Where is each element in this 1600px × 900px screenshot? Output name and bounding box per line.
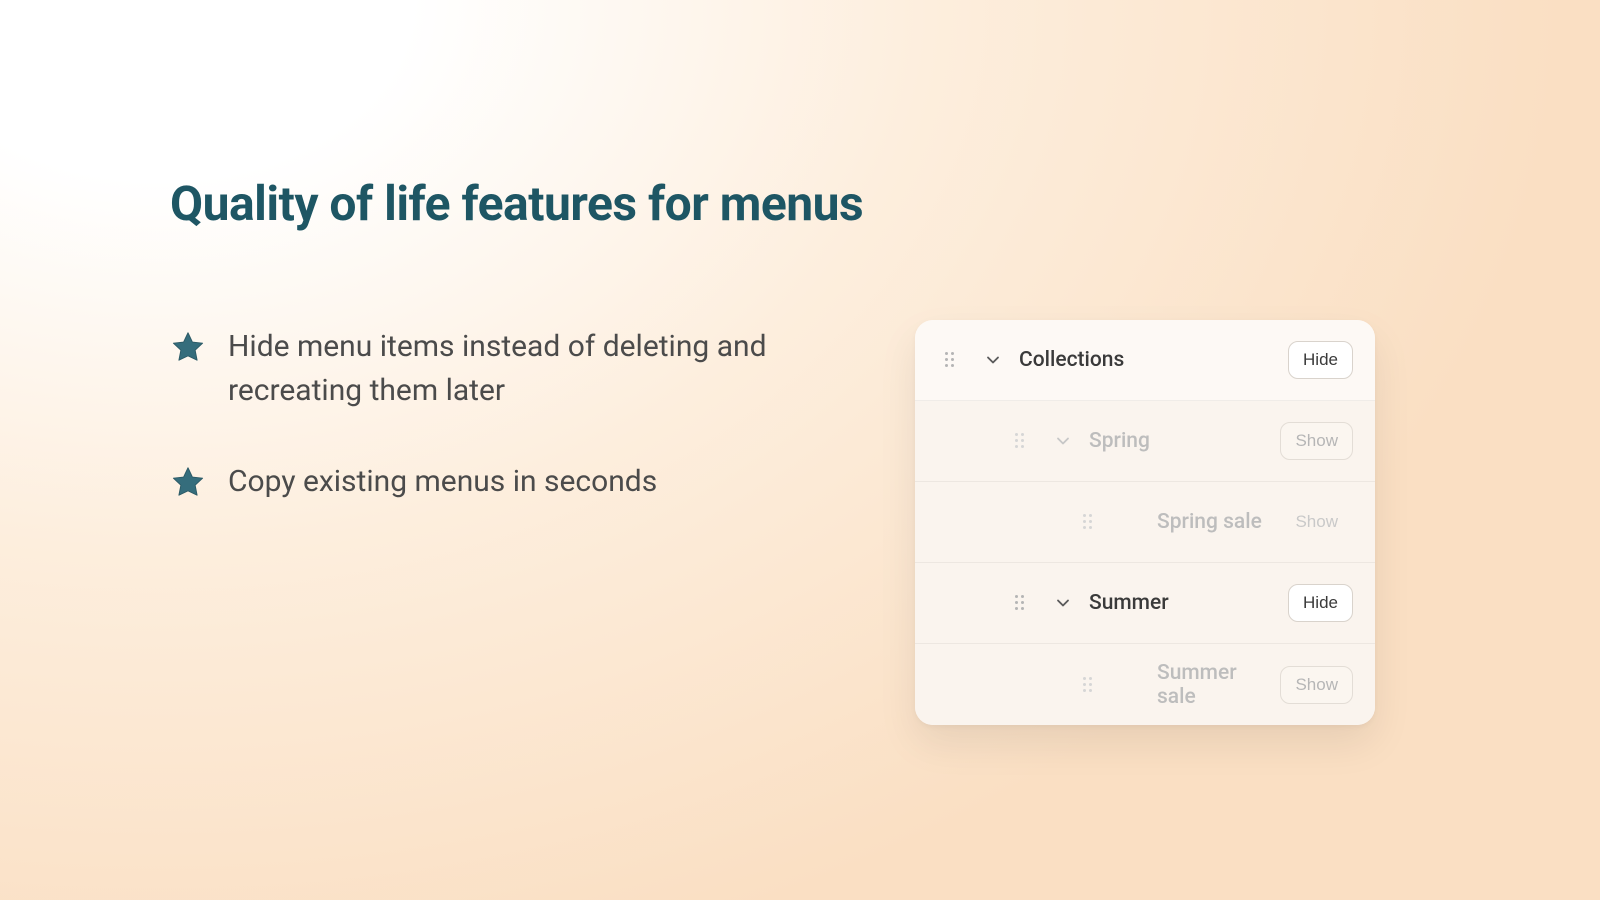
drag-handle-icon[interactable] — [1083, 677, 1093, 693]
drag-handle-icon[interactable] — [1015, 433, 1025, 449]
menu-row-label: Collections — [1019, 348, 1288, 372]
menu-row-spring-sale: Spring sale Show — [915, 482, 1375, 563]
menu-row-label: Summer — [1089, 591, 1288, 615]
star-icon — [170, 329, 206, 365]
show-button[interactable]: Show — [1280, 422, 1353, 460]
menu-row-label: Summer sale — [1157, 661, 1280, 709]
menu-row-collections: Collections Hide — [915, 320, 1375, 401]
chevron-down-icon[interactable] — [1053, 431, 1073, 451]
feature-bullet-text: Hide menu items instead of deleting and … — [228, 325, 890, 412]
drag-handle-icon[interactable] — [1083, 514, 1093, 530]
feature-bullet-text: Copy existing menus in seconds — [228, 460, 657, 504]
chevron-down-icon[interactable] — [1053, 593, 1073, 613]
star-icon — [170, 464, 206, 500]
menu-row-summer: Summer Hide — [915, 563, 1375, 644]
menu-tree-panel: Collections Hide Spring Show Spring sale… — [915, 320, 1375, 725]
hide-button[interactable]: Hide — [1288, 341, 1353, 379]
drag-handle-icon[interactable] — [945, 352, 955, 368]
chevron-down-icon[interactable] — [983, 350, 1003, 370]
menu-row-label: Spring sale — [1157, 510, 1280, 534]
menu-row-label: Spring — [1089, 429, 1280, 453]
feature-bullet: Hide menu items instead of deleting and … — [170, 325, 890, 412]
drag-handle-icon[interactable] — [1015, 595, 1025, 611]
page-title: Quality of life features for menus — [170, 175, 863, 232]
show-button: Show — [1280, 503, 1353, 541]
feature-bullet: Copy existing menus in seconds — [170, 460, 890, 504]
menu-row-spring: Spring Show — [915, 401, 1375, 482]
hide-button[interactable]: Hide — [1288, 584, 1353, 622]
menu-row-summer-sale: Summer sale Show — [915, 644, 1375, 725]
show-button[interactable]: Show — [1280, 666, 1353, 704]
feature-bullets: Hide menu items instead of deleting and … — [170, 325, 890, 552]
